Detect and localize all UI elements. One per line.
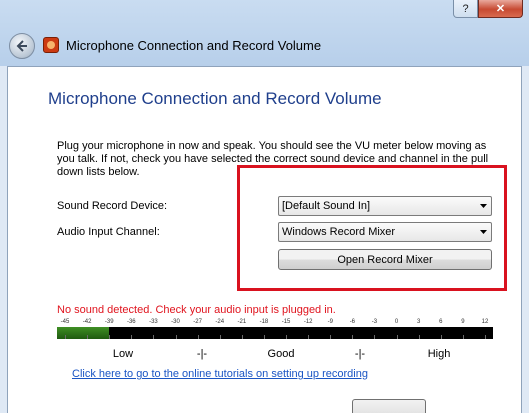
tutorials-link[interactable]: Click here to go to the online tutorials…: [72, 368, 368, 380]
app-icon: [43, 37, 59, 53]
vu-meter-tick: [286, 335, 288, 339]
vu-scale-tick-label: -6: [349, 319, 356, 325]
vu-meter-tick: [65, 335, 66, 339]
vu-meter-tick: [440, 335, 442, 339]
vu-meter-tick: [197, 335, 199, 339]
vu-meter-tick: [109, 335, 111, 339]
audio-input-channel-value: Windows Record Mixer: [282, 226, 396, 238]
help-button[interactable]: ?: [453, 0, 478, 18]
vu-scale-tick-label: -18: [259, 319, 269, 325]
vu-scale-tick-label: -12: [303, 319, 313, 325]
vu-scale-tick-label: 3: [417, 319, 421, 325]
vu-scale-tick-label: 12: [481, 319, 489, 325]
vu-level-labels: Low -|- Good -|- High: [57, 348, 493, 362]
vu-meter-tick: [352, 335, 354, 339]
sound-record-device-value: [Default Sound In]: [282, 200, 371, 212]
vu-scale-tick-label: -9: [327, 319, 333, 325]
vu-scale-tick-label: -27: [193, 319, 202, 325]
vu-level-label: -|-: [354, 348, 366, 360]
vu-scale-tick-label: -15: [281, 319, 291, 325]
vu-meter-tick: [374, 335, 376, 339]
vu-scale-tick-label: 6: [439, 319, 443, 325]
vu-scale-tick-label: -36: [126, 319, 136, 325]
vu-meter-tick: [418, 335, 420, 339]
vu-scale-tick-label: -39: [104, 319, 114, 325]
back-arrow-icon: [16, 40, 27, 52]
chevron-down-icon: [475, 197, 491, 215]
sound-record-device-select[interactable]: [Default Sound In]: [278, 196, 492, 216]
vu-level-label: Low: [112, 348, 134, 360]
vu-scale-tick-label: -30: [171, 319, 180, 325]
page-title: Microphone Connection and Record Volume: [48, 89, 382, 108]
vu-scale-tick-label: -21: [237, 319, 247, 325]
vu-level-label: Good: [267, 348, 295, 360]
vu-scale-tick-label: -24: [215, 319, 225, 325]
vu-meter-tick: [131, 335, 133, 339]
window-controls: ? ✕: [453, 0, 523, 18]
vu-meter-tick: [175, 335, 177, 339]
vu-meter: [57, 327, 493, 339]
vu-scale-tick-label: -3: [371, 319, 378, 325]
next-button[interactable]: [352, 399, 426, 413]
vu-meter-tick: [241, 335, 243, 339]
vu-scale-tick-label: -45: [60, 319, 70, 325]
vu-meter-tick: [308, 335, 310, 339]
vu-meter-tick: [485, 335, 486, 339]
chevron-down-icon: [475, 223, 491, 241]
title-bar: ? ✕ Microphone Connection and Record Vol…: [0, 0, 529, 66]
status-message: No sound detected. Check your audio inpu…: [57, 304, 336, 316]
open-record-mixer-button[interactable]: Open Record Mixer: [278, 249, 492, 270]
close-button[interactable]: ✕: [478, 0, 523, 18]
vu-scale-tick-label: 9: [461, 319, 465, 325]
sound-record-device-label: Sound Record Device:: [57, 200, 168, 212]
vu-meter-tick: [462, 335, 464, 339]
vu-scale-tick-label: -33: [149, 319, 158, 325]
vu-meter-tick: [153, 335, 155, 339]
vu-scale-tick-label: 0: [394, 319, 399, 325]
vu-meter-tick: [396, 335, 398, 339]
audio-input-channel-select[interactable]: Windows Record Mixer: [278, 222, 492, 242]
vu-level-label: High: [427, 348, 451, 360]
window-title: Microphone Connection and Record Volume: [66, 38, 322, 53]
back-button[interactable]: [9, 33, 35, 59]
vu-level-label: -|-: [196, 348, 208, 360]
vu-meter-tick: [263, 335, 265, 339]
vu-meter-tick: [330, 335, 332, 339]
wizard-content: Microphone Connection and Record Volume …: [7, 66, 522, 413]
vu-meter-tick: [87, 335, 89, 339]
vu-meter-tick: [219, 335, 221, 339]
audio-input-channel-label: Audio Input Channel:: [57, 226, 160, 238]
vu-scale-tick-label: -42: [82, 319, 92, 325]
